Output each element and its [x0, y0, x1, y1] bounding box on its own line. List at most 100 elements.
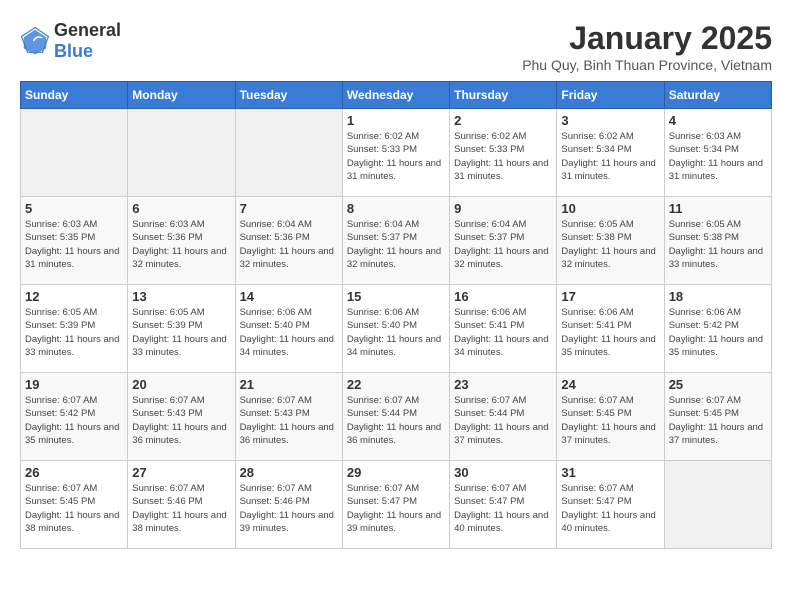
- calendar-cell: 25 Sunrise: 6:07 AMSunset: 5:45 PMDayligh…: [664, 373, 771, 461]
- header-row: SundayMondayTuesdayWednesdayThursdayFrid…: [21, 82, 772, 109]
- header-day-friday: Friday: [557, 82, 664, 109]
- day-number: 22: [347, 377, 445, 392]
- day-number: 28: [240, 465, 338, 480]
- calendar-body: 1 Sunrise: 6:02 AMSunset: 5:33 PMDaylight…: [21, 109, 772, 549]
- week-row-4: 19 Sunrise: 6:07 AMSunset: 5:42 PMDayligh…: [21, 373, 772, 461]
- calendar-cell: 26 Sunrise: 6:07 AMSunset: 5:45 PMDayligh…: [21, 461, 128, 549]
- day-info: Sunrise: 6:07 AMSunset: 5:45 PMDaylight:…: [25, 482, 123, 535]
- calendar-cell: 7 Sunrise: 6:04 AMSunset: 5:36 PMDaylight…: [235, 197, 342, 285]
- day-number: 7: [240, 201, 338, 216]
- day-number: 1: [347, 113, 445, 128]
- logo-text: General Blue: [54, 20, 121, 62]
- day-info: Sunrise: 6:07 AMSunset: 5:43 PMDaylight:…: [240, 394, 338, 447]
- calendar-cell: 30 Sunrise: 6:07 AMSunset: 5:47 PMDayligh…: [450, 461, 557, 549]
- day-info: Sunrise: 6:05 AMSunset: 5:38 PMDaylight:…: [669, 218, 767, 271]
- day-number: 27: [132, 465, 230, 480]
- day-info: Sunrise: 6:07 AMSunset: 5:47 PMDaylight:…: [347, 482, 445, 535]
- calendar-cell: 20Sunrise: 6:07 AMSunset: 5:43 PMDayligh…: [128, 373, 235, 461]
- calendar-cell: 8 Sunrise: 6:04 AMSunset: 5:37 PMDaylight…: [342, 197, 449, 285]
- day-number: 26: [25, 465, 123, 480]
- calendar-cell: 1 Sunrise: 6:02 AMSunset: 5:33 PMDaylight…: [342, 109, 449, 197]
- calendar-cell: 9 Sunrise: 6:04 AMSunset: 5:37 PMDaylight…: [450, 197, 557, 285]
- calendar-cell: [128, 109, 235, 197]
- day-info: Sunrise: 6:02 AMSunset: 5:33 PMDaylight:…: [347, 130, 445, 183]
- calendar-cell: 3 Sunrise: 6:02 AMSunset: 5:34 PMDaylight…: [557, 109, 664, 197]
- day-info: Sunrise: 6:03 AMSunset: 5:34 PMDaylight:…: [669, 130, 767, 183]
- day-number: 13: [132, 289, 230, 304]
- day-number: 30: [454, 465, 552, 480]
- logo: General Blue: [20, 20, 121, 62]
- day-info: Sunrise: 6:07 AMSunset: 5:43 PMDaylight:…: [132, 394, 230, 447]
- day-number: 23: [454, 377, 552, 392]
- day-number: 2: [454, 113, 552, 128]
- day-number: 25: [669, 377, 767, 392]
- logo-blue: Blue: [54, 41, 93, 61]
- calendar-cell: 23Sunrise: 6:07 AMSunset: 5:44 PMDayligh…: [450, 373, 557, 461]
- calendar-cell: 4 Sunrise: 6:03 AMSunset: 5:34 PMDaylight…: [664, 109, 771, 197]
- header-day-thursday: Thursday: [450, 82, 557, 109]
- day-info: Sunrise: 6:07 AMSunset: 5:45 PMDaylight:…: [561, 394, 659, 447]
- day-info: Sunrise: 6:02 AMSunset: 5:33 PMDaylight:…: [454, 130, 552, 183]
- day-number: 19: [25, 377, 123, 392]
- week-row-2: 5 Sunrise: 6:03 AMSunset: 5:35 PMDaylight…: [21, 197, 772, 285]
- day-info: Sunrise: 6:04 AMSunset: 5:37 PMDaylight:…: [454, 218, 552, 271]
- calendar-cell: 5 Sunrise: 6:03 AMSunset: 5:35 PMDaylight…: [21, 197, 128, 285]
- location-subtitle: Phu Quy, Binh Thuan Province, Vietnam: [522, 57, 772, 73]
- calendar-table: SundayMondayTuesdayWednesdayThursdayFrid…: [20, 81, 772, 549]
- day-info: Sunrise: 6:06 AMSunset: 5:40 PMDaylight:…: [347, 306, 445, 359]
- day-info: Sunrise: 6:03 AMSunset: 5:35 PMDaylight:…: [25, 218, 123, 271]
- day-info: Sunrise: 6:06 AMSunset: 5:41 PMDaylight:…: [454, 306, 552, 359]
- calendar-cell: 22 Sunrise: 6:07 AMSunset: 5:44 PMDayligh…: [342, 373, 449, 461]
- calendar-cell: 16Sunrise: 6:06 AMSunset: 5:41 PMDayligh…: [450, 285, 557, 373]
- day-info: Sunrise: 6:07 AMSunset: 5:46 PMDaylight:…: [240, 482, 338, 535]
- day-info: Sunrise: 6:07 AMSunset: 5:46 PMDaylight:…: [132, 482, 230, 535]
- day-info: Sunrise: 6:05 AMSunset: 5:38 PMDaylight:…: [561, 218, 659, 271]
- calendar-cell: 27 Sunrise: 6:07 AMSunset: 5:46 PMDayligh…: [128, 461, 235, 549]
- day-info: Sunrise: 6:07 AMSunset: 5:44 PMDaylight:…: [347, 394, 445, 447]
- calendar-cell: 29Sunrise: 6:07 AMSunset: 5:47 PMDayligh…: [342, 461, 449, 549]
- day-info: Sunrise: 6:07 AMSunset: 5:45 PMDaylight:…: [669, 394, 767, 447]
- calendar-header: SundayMondayTuesdayWednesdayThursdayFrid…: [21, 82, 772, 109]
- calendar-cell: 19 Sunrise: 6:07 AMSunset: 5:42 PMDayligh…: [21, 373, 128, 461]
- day-number: 5: [25, 201, 123, 216]
- day-number: 6: [132, 201, 230, 216]
- day-info: Sunrise: 6:05 AMSunset: 5:39 PMDaylight:…: [132, 306, 230, 359]
- calendar-cell: [664, 461, 771, 549]
- title-block: January 2025 Phu Quy, Binh Thuan Provinc…: [522, 20, 772, 73]
- header-day-monday: Monday: [128, 82, 235, 109]
- header-day-wednesday: Wednesday: [342, 82, 449, 109]
- day-number: 14: [240, 289, 338, 304]
- header-day-saturday: Saturday: [664, 82, 771, 109]
- day-number: 11: [669, 201, 767, 216]
- day-number: 4: [669, 113, 767, 128]
- day-number: 24: [561, 377, 659, 392]
- day-info: Sunrise: 6:04 AMSunset: 5:36 PMDaylight:…: [240, 218, 338, 271]
- calendar-cell: 18 Sunrise: 6:06 AMSunset: 5:42 PMDayligh…: [664, 285, 771, 373]
- day-info: Sunrise: 6:05 AMSunset: 5:39 PMDaylight:…: [25, 306, 123, 359]
- day-number: 31: [561, 465, 659, 480]
- day-info: Sunrise: 6:04 AMSunset: 5:37 PMDaylight:…: [347, 218, 445, 271]
- page-header: General Blue January 2025 Phu Quy, Binh …: [20, 20, 772, 73]
- calendar-cell: 21Sunrise: 6:07 AMSunset: 5:43 PMDayligh…: [235, 373, 342, 461]
- day-info: Sunrise: 6:06 AMSunset: 5:41 PMDaylight:…: [561, 306, 659, 359]
- day-number: 17: [561, 289, 659, 304]
- logo-icon: [20, 26, 50, 56]
- day-number: 12: [25, 289, 123, 304]
- day-info: Sunrise: 6:06 AMSunset: 5:42 PMDaylight:…: [669, 306, 767, 359]
- calendar-cell: 14 Sunrise: 6:06 AMSunset: 5:40 PMDayligh…: [235, 285, 342, 373]
- day-number: 9: [454, 201, 552, 216]
- day-number: 18: [669, 289, 767, 304]
- day-number: 3: [561, 113, 659, 128]
- day-info: Sunrise: 6:02 AMSunset: 5:34 PMDaylight:…: [561, 130, 659, 183]
- day-info: Sunrise: 6:07 AMSunset: 5:42 PMDaylight:…: [25, 394, 123, 447]
- calendar-cell: [21, 109, 128, 197]
- day-number: 10: [561, 201, 659, 216]
- calendar-cell: 11 Sunrise: 6:05 AMSunset: 5:38 PMDayligh…: [664, 197, 771, 285]
- day-info: Sunrise: 6:07 AMSunset: 5:47 PMDaylight:…: [454, 482, 552, 535]
- logo-general: General: [54, 20, 121, 41]
- day-number: 8: [347, 201, 445, 216]
- calendar-cell: 2 Sunrise: 6:02 AMSunset: 5:33 PMDaylight…: [450, 109, 557, 197]
- day-info: Sunrise: 6:06 AMSunset: 5:40 PMDaylight:…: [240, 306, 338, 359]
- week-row-5: 26 Sunrise: 6:07 AMSunset: 5:45 PMDayligh…: [21, 461, 772, 549]
- day-info: Sunrise: 6:07 AMSunset: 5:47 PMDaylight:…: [561, 482, 659, 535]
